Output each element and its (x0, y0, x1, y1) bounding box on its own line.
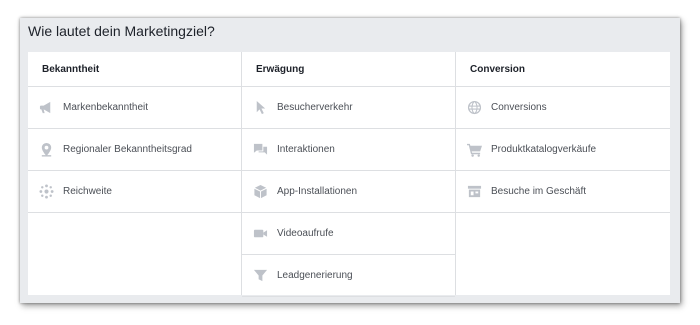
marketing-objective-panel: Wie lautet dein Marketingziel? Bekannthe… (20, 18, 680, 303)
objective-lead-generation[interactable]: Leadgenerierung (242, 255, 455, 297)
objective-engagement[interactable]: Interaktionen (242, 129, 455, 171)
objective-catalog-sales[interactable]: Produktkatalogverkäufe (456, 129, 670, 171)
objective-label: Interaktionen (277, 144, 335, 155)
objective-conversions[interactable]: Conversions (456, 87, 670, 129)
column-header-awareness: Bekanntheit (28, 52, 241, 87)
objective-label: Besuche im Geschäft (491, 186, 587, 197)
megaphone-icon (38, 100, 54, 116)
funnel-icon (252, 268, 268, 284)
column-header-consideration: Erwägung (242, 52, 455, 87)
objective-label: Markenbekanntheit (63, 102, 149, 113)
objective-brand-awareness[interactable]: Markenbekanntheit (28, 87, 241, 129)
globe-icon (466, 100, 482, 116)
column-header-conversion: Conversion (456, 52, 670, 87)
objective-label: Regionaler Bekanntheitsgrad (63, 144, 192, 155)
objective-video-views[interactable]: Videoaufrufe (242, 213, 455, 255)
column-conversion: Conversion Conversions Produktkatalogver… (456, 52, 670, 295)
column-consideration: Erwägung Besucherverkehr Interaktionen A… (242, 52, 456, 297)
objective-label: Produktkatalogverkäufe (491, 144, 597, 155)
objective-label: Videoaufrufe (277, 228, 334, 239)
objective-local-awareness[interactable]: Regionaler Bekanntheitsgrad (28, 129, 241, 171)
objective-label: Besucherverkehr (277, 102, 353, 113)
objective-traffic[interactable]: Besucherverkehr (242, 87, 455, 129)
objective-table: Bekanntheit Markenbekanntheit Regionaler… (28, 52, 670, 297)
objective-label: Reichweite (63, 186, 112, 197)
objective-label: App-Installationen (277, 186, 358, 197)
column-awareness: Bekanntheit Markenbekanntheit Regionaler… (28, 52, 242, 295)
objective-reach[interactable]: Reichweite (28, 171, 241, 213)
panel-heading: Wie lautet dein Marketingziel? (28, 23, 215, 39)
shopping-cart-icon (466, 142, 482, 158)
chat-bubbles-icon (252, 142, 268, 158)
objective-store-visits[interactable]: Besuche im Geschäft (456, 171, 670, 213)
objective-label: Leadgenerierung (277, 270, 353, 281)
reach-icon (38, 184, 54, 200)
cursor-icon (252, 100, 268, 116)
location-pin-icon (38, 142, 54, 158)
video-camera-icon (252, 226, 268, 242)
objective-app-installs[interactable]: App-Installationen (242, 171, 455, 213)
objective-label: Conversions (491, 102, 547, 113)
store-icon (466, 184, 482, 200)
cube-icon (252, 184, 268, 200)
